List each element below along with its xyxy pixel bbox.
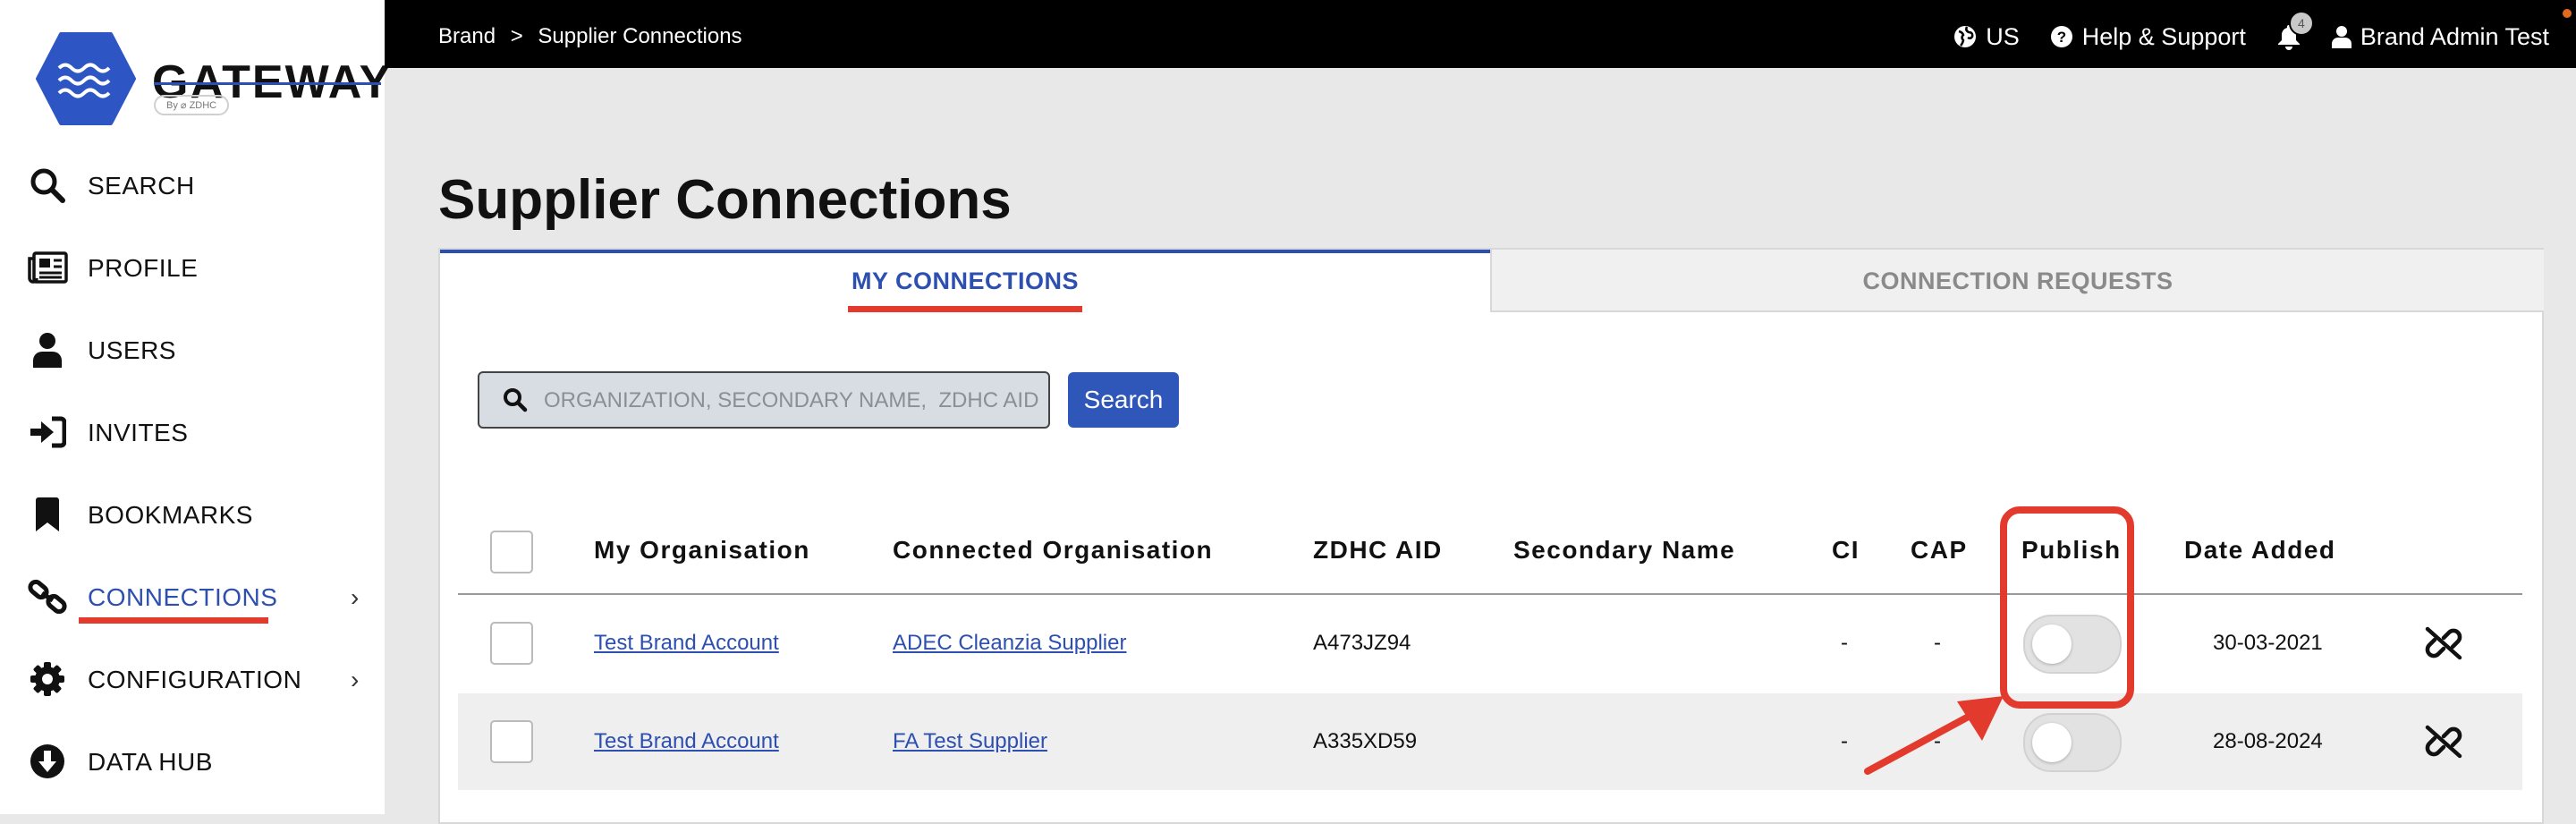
question-circle-icon: ? [2050,26,2072,47]
bookmark-icon [27,494,68,535]
language-selector[interactable]: US [1953,23,2020,51]
search-icon [504,388,528,412]
sidebar-item-profile[interactable]: PROFILE [0,227,385,310]
sign-in-icon [27,412,68,453]
sidebar-item-data-hub[interactable]: DATA HUB [0,721,385,803]
top-bar: Brand > Supplier Connections US ? Help &… [385,0,2576,68]
sidebar-item-invites[interactable]: INVITES [0,392,385,474]
ci-cell: - [1841,729,1848,753]
globe-icon [1954,26,1977,47]
date-added-cell: 28-08-2024 [2213,729,2323,753]
breadcrumb-separator: > [510,24,523,48]
sidebar-item-label: PROFILE [88,254,199,282]
topbar-actions: US ? Help & Support 4 Brand Admin Test [1953,0,2549,73]
publish-annotation-box [2000,506,2134,709]
zdhc-aid-cell: A473JZ94 [1313,631,1411,655]
gear-icon [27,658,68,700]
sidebar-item-label: CONNECTIONS [88,583,278,611]
row-checkbox[interactable] [490,622,533,665]
download-circle-icon [27,741,68,782]
help-support-label: Help & Support [2081,22,2246,50]
help-support-link[interactable]: ? Help & Support [2050,23,2246,51]
user-name: Brand Admin Test [2360,22,2549,50]
table-row: Test Brand Account ADEC Cleanzia Supplie… [458,595,2522,692]
breadcrumb-current: Supplier Connections [538,24,742,48]
publish-toggle[interactable] [2023,713,2122,772]
zdhc-aid-cell: A335XD59 [1313,729,1418,753]
connections-card: MY CONNECTIONS CONNECTION REQUESTS Searc… [438,248,2544,824]
unlink-icon[interactable] [2422,720,2465,763]
language-label: US [1986,22,2020,50]
search-icon [27,165,68,206]
cap-cell: - [1934,631,1941,655]
table-row: Test Brand Account FA Test Supplier A335… [458,693,2522,790]
sidebar-item-users[interactable]: USERS [0,310,385,392]
search-field [478,371,1050,429]
connected-org-link[interactable]: FA Test Supplier [893,693,1047,790]
user-menu[interactable]: Brand Admin Test [2331,22,2549,51]
row-checkbox[interactable] [490,720,533,763]
sidebar-item-label: BOOKMARKS [88,501,253,529]
newspaper-icon [27,247,68,288]
user-icon [27,329,68,370]
breadcrumb: Brand > Supplier Connections [438,0,751,73]
date-added-cell: 30-03-2021 [2213,631,2323,655]
sidebar-item-bookmarks[interactable]: BOOKMARKS [0,474,385,556]
col-cap[interactable]: CAP [1911,507,1968,593]
toggle-knob [2032,723,2072,762]
col-connected-organisation[interactable]: Connected Organisation [893,507,1213,593]
page-title: Supplier Connections [438,169,1012,231]
my-org-link[interactable]: Test Brand Account [594,693,779,790]
gateway-logo-icon [36,32,136,125]
sidebar-item-label: DATA HUB [88,748,213,776]
sidebar-nav: SEARCH PROFILE USERS INVITES BOOKMARKS C… [0,145,385,803]
user-icon [2331,26,2351,48]
my-org-link[interactable]: Test Brand Account [594,595,779,692]
sidebar-item-label: SEARCH [88,172,195,200]
col-my-organisation[interactable]: My Organisation [594,507,810,593]
tab-connection-requests[interactable]: CONNECTION REQUESTS [1490,250,2544,312]
tab-my-connections-label: MY CONNECTIONS [851,268,1080,294]
tab-annotation-underline [848,306,1082,312]
ci-cell: - [1841,631,1848,655]
svg-text:?: ? [2057,29,2066,46]
breadcrumb-brand[interactable]: Brand [438,24,496,48]
col-date-added[interactable]: Date Added [2184,507,2336,593]
select-all-checkbox[interactable] [490,531,533,573]
unlink-icon[interactable] [2422,622,2465,665]
chevron-right-icon[interactable]: › [351,666,359,694]
sidebar-item-label: INVITES [88,419,189,446]
connections-annotation-underline [79,617,268,624]
tab-my-connections[interactable]: MY CONNECTIONS [440,250,1490,314]
sidebar-item-search[interactable]: SEARCH [0,145,385,227]
tab-connection-requests-label: CONNECTION REQUESTS [1862,268,2174,294]
notification-dot [2563,9,2572,18]
chevron-right-icon[interactable]: › [351,583,359,612]
sidebar-item-configuration[interactable]: CONFIGURATION › [0,639,385,721]
notifications-button[interactable]: 4 [2276,11,2314,50]
col-secondary-name[interactable]: Secondary Name [1513,507,1735,593]
table-header: My Organisation Connected Organisation Z… [458,507,2522,595]
col-ci[interactable]: CI [1832,507,1860,593]
connected-org-link[interactable]: ADEC Cleanzia Supplier [893,595,1126,692]
link-icon [27,576,68,617]
sidebar-item-label: CONFIGURATION [88,666,302,693]
sidebar: GATEWAY By ⌀ ZDHC SEARCH PROFILE USERS I… [0,0,390,814]
annotation-arrow [1864,696,2004,775]
logo-byline: By ⌀ ZDHC [154,95,230,115]
search-input[interactable] [542,373,1046,429]
sidebar-item-label: USERS [88,336,176,364]
col-zdhc-aid[interactable]: ZDHC AID [1313,507,1443,593]
sidebar-item-connections[interactable]: CONNECTIONS › [0,556,385,639]
logo-underline [154,82,381,85]
notification-badge: 4 [2288,11,2314,36]
search-button[interactable]: Search [1068,372,1179,428]
